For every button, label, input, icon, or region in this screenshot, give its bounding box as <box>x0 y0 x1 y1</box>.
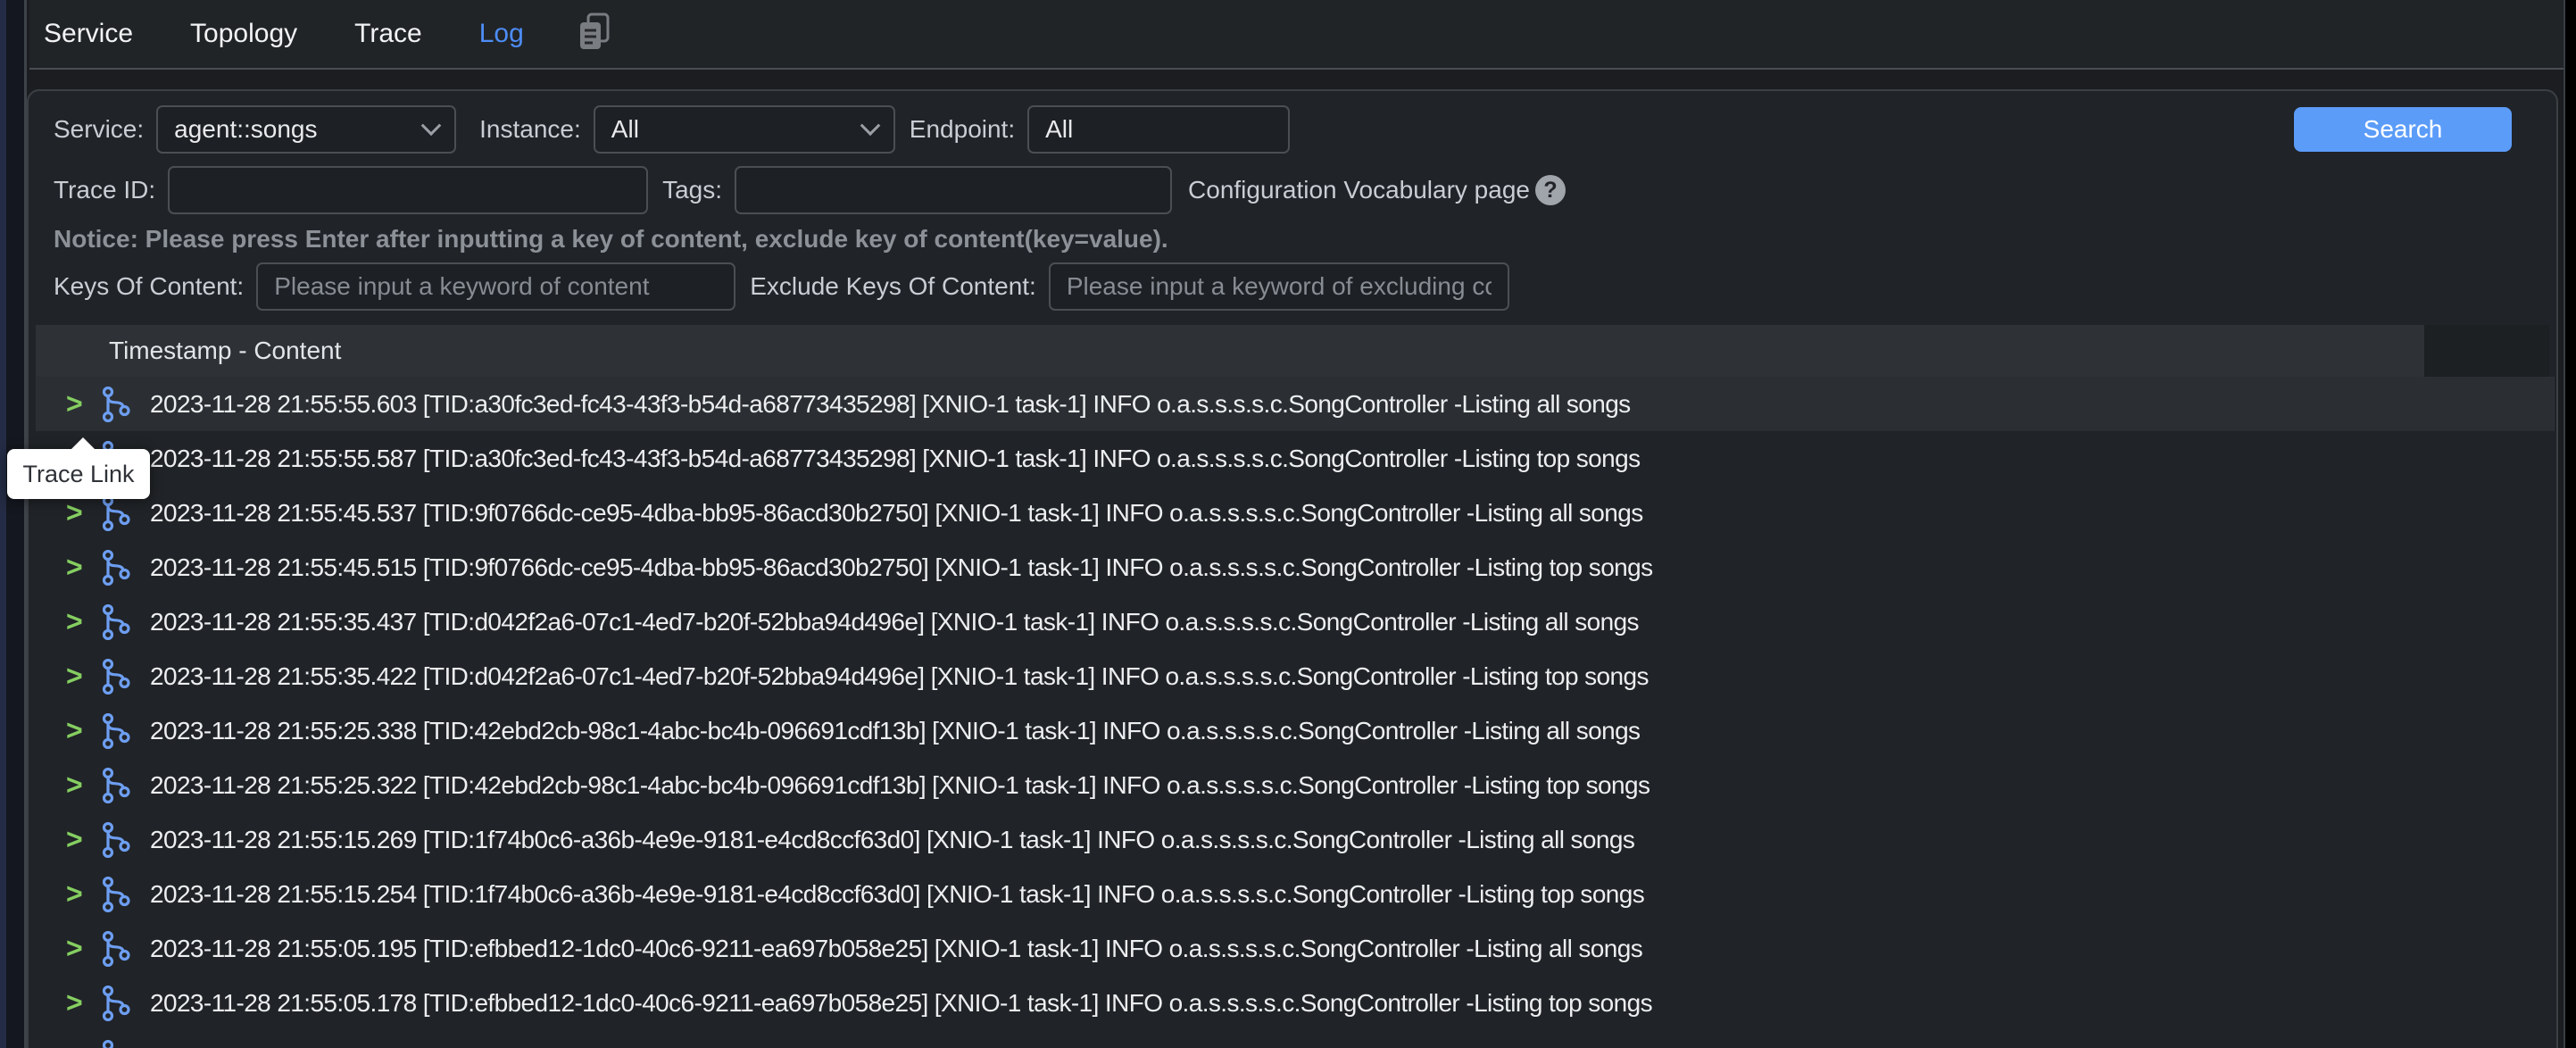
log-row-text: 2023-11-28 21:55:45.515 [TID:9f0766dc-ce… <box>150 553 1653 582</box>
expand-chevron-icon[interactable]: > <box>66 986 93 1019</box>
log-row-text: 2023-11-28 21:55:45.537 [TID:9f0766dc-ce… <box>150 499 1643 528</box>
log-row[interactable]: > 2023-11-28 21:55:45.515 [TID:9f0766dc-… <box>36 540 2555 595</box>
exclude-keys-label: Exclude Keys Of Content: <box>750 272 1036 301</box>
expand-chevron-icon[interactable]: > <box>66 877 93 911</box>
log-row-text: 2023-11-28 21:55:55.587 [TID:a30fc3ed-fc… <box>150 445 1641 473</box>
log-row-text: 2023-11-28 21:54:55.109 [TID:99abde99-c9… <box>150 1044 1637 1048</box>
trace-link-icon[interactable] <box>100 986 132 1021</box>
trace-link-icon[interactable] <box>100 877 132 912</box>
left-accent-line <box>0 0 6 1048</box>
table-header: Timestamp - Content <box>36 325 2424 377</box>
log-row[interactable]: > 2023-11-28 21:55:05.178 [TID:efbbed12-… <box>36 976 2555 1030</box>
tags-input[interactable] <box>735 166 1172 214</box>
filter-row-2: Trace ID: Tags: Configuration Vocabulary… <box>54 166 2512 214</box>
trace-link-icon[interactable] <box>100 713 132 749</box>
expand-chevron-icon[interactable]: > <box>66 660 93 693</box>
log-row[interactable]: > 2023-11-28 21:54:55.109 [TID:99abde99-… <box>36 1030 2555 1048</box>
log-row[interactable]: > 2023-11-28 21:55:35.437 [TID:d042f2a6-… <box>36 595 2555 649</box>
expand-chevron-icon[interactable]: > <box>66 1041 93 1048</box>
log-row[interactable]: > 2023-11-28 21:55:55.587 [TID:a30fc3ed-… <box>36 431 2555 486</box>
expand-chevron-icon[interactable]: > <box>66 769 93 802</box>
trace-link-icon[interactable] <box>100 1040 132 1048</box>
keys-of-content-input[interactable] <box>256 262 735 311</box>
service-select-value: agent::songs <box>174 115 317 144</box>
log-row[interactable]: > 2023-11-28 21:55:25.338 [TID:42ebd2cb-… <box>36 703 2555 758</box>
log-row-text: 2023-11-28 21:55:05.195 [TID:efbbed12-1d… <box>150 935 1642 963</box>
instance-label: Instance: <box>479 115 581 144</box>
filter-row-3: Keys Of Content: Exclude Keys Of Content… <box>54 262 2512 311</box>
log-row-text: 2023-11-28 21:55:55.603 [TID:a30fc3ed-fc… <box>150 390 1631 419</box>
log-row-text: 2023-11-28 21:55:05.178 [TID:efbbed12-1d… <box>150 989 1652 1018</box>
table-header-label: Timestamp - Content <box>109 337 341 365</box>
endpoint-input[interactable] <box>1027 105 1290 154</box>
notice-text: Notice: Please press Enter after inputti… <box>54 225 1168 254</box>
log-row[interactable]: > 2023-11-28 21:55:05.195 [TID:efbbed12-… <box>36 921 2555 976</box>
keys-of-content-label: Keys Of Content: <box>54 272 244 301</box>
table-header-gutter <box>2424 325 2549 377</box>
log-rows: > 2023-11-28 21:55:55.603 [TID:a30fc3ed-… <box>36 377 2555 1048</box>
service-label: Service: <box>54 115 144 144</box>
log-row-text: 2023-11-28 21:55:25.338 [TID:42ebd2cb-98… <box>150 717 1640 745</box>
trace-link-icon[interactable] <box>100 822 132 858</box>
trace-link-tooltip-text: Trace Link <box>22 461 134 488</box>
chevron-down-icon <box>421 115 442 136</box>
log-row-text: 2023-11-28 21:55:25.322 [TID:42ebd2cb-98… <box>150 771 1649 800</box>
tab-trace[interactable]: Trace <box>354 19 422 49</box>
tab-log[interactable]: Log <box>479 19 524 49</box>
configuration-vocabulary-link[interactable]: Configuration Vocabulary page <box>1188 176 1530 204</box>
trace-link-icon[interactable] <box>100 550 132 586</box>
trace-link-icon[interactable] <box>100 604 132 640</box>
search-button[interactable]: Search <box>2294 107 2512 152</box>
endpoint-label: Endpoint: <box>910 115 1015 144</box>
log-row[interactable]: > 2023-11-28 21:55:45.537 [TID:9f0766dc-… <box>36 486 2555 540</box>
chevron-down-icon <box>860 115 880 136</box>
log-row[interactable]: > 2023-11-28 21:55:25.322 [TID:42ebd2cb-… <box>36 758 2555 812</box>
trace-link-icon[interactable] <box>100 387 132 422</box>
log-row[interactable]: > 2023-11-28 21:55:15.254 [TID:1f74b0c6-… <box>36 867 2555 921</box>
expand-chevron-icon[interactable]: > <box>66 551 93 584</box>
trace-link-icon[interactable] <box>100 659 132 695</box>
exclude-keys-input[interactable] <box>1049 262 1509 311</box>
left-edge-strip <box>0 0 27 1048</box>
instance-select-value: All <box>611 115 639 144</box>
log-panel: Service: agent::songs Instance: All Endp… <box>27 89 2558 1048</box>
log-row[interactable]: > 2023-11-28 21:55:15.269 [TID:1f74b0c6-… <box>36 812 2555 867</box>
trace-link-icon[interactable] <box>100 768 132 803</box>
top-nav: Service Topology Trace Log <box>29 0 2564 70</box>
expand-chevron-icon[interactable]: > <box>66 823 93 856</box>
expand-chevron-icon[interactable]: > <box>66 714 93 747</box>
trace-link-icon[interactable] <box>100 495 132 531</box>
log-row-text: 2023-11-28 21:55:15.269 [TID:1f74b0c6-a3… <box>150 826 1634 854</box>
trace-link-icon[interactable] <box>100 931 132 967</box>
instance-select[interactable]: All <box>594 105 895 154</box>
log-row[interactable]: > 2023-11-28 21:55:35.422 [TID:d042f2a6-… <box>36 649 2555 703</box>
expand-chevron-icon[interactable]: > <box>66 932 93 965</box>
log-row-text: 2023-11-28 21:55:35.437 [TID:d042f2a6-07… <box>150 608 1639 636</box>
copy-icon[interactable] <box>576 12 613 57</box>
trace-id-input[interactable] <box>168 166 648 214</box>
log-row-text: 2023-11-28 21:55:15.254 [TID:1f74b0c6-a3… <box>150 880 1644 909</box>
help-icon[interactable]: ? <box>1535 175 1566 205</box>
trace-link-tooltip: Trace Link <box>7 449 150 499</box>
tags-label: Tags: <box>662 176 722 204</box>
filter-row-1: Service: agent::songs Instance: All Endp… <box>54 105 2512 154</box>
expand-chevron-icon[interactable]: > <box>66 605 93 638</box>
log-row-text: 2023-11-28 21:55:35.422 [TID:d042f2a6-07… <box>150 662 1649 691</box>
trace-id-label: Trace ID: <box>54 176 155 204</box>
right-edge-strip <box>2564 0 2576 1048</box>
tab-service[interactable]: Service <box>44 19 133 49</box>
expand-chevron-icon[interactable]: > <box>66 387 93 420</box>
expand-chevron-icon[interactable]: > <box>66 496 93 529</box>
service-select[interactable]: agent::songs <box>156 105 456 154</box>
log-row[interactable]: > 2023-11-28 21:55:55.603 [TID:a30fc3ed-… <box>36 377 2555 431</box>
tab-topology[interactable]: Topology <box>190 19 297 49</box>
